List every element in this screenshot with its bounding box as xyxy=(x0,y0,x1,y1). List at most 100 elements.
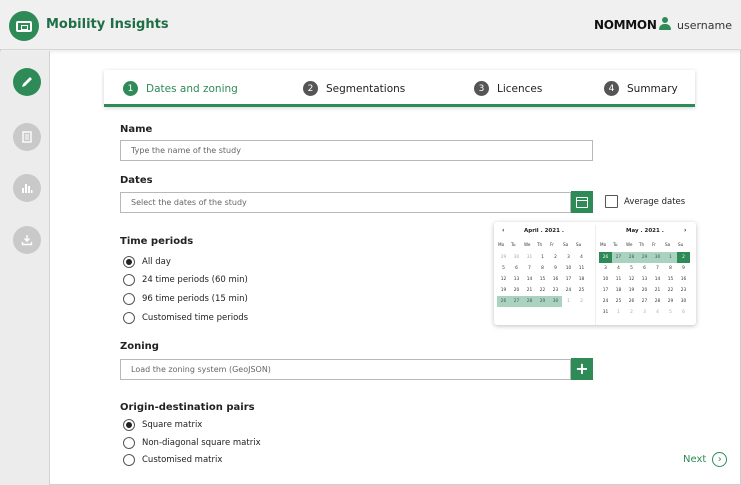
time-period-custom[interactable]: Customised time periods xyxy=(123,312,248,324)
average-dates-checkbox[interactable] xyxy=(605,195,618,208)
calendar-day[interactable]: 7 xyxy=(651,263,664,274)
calendar-day[interactable]: 31 xyxy=(523,252,536,263)
calendar-day[interactable]: 30 xyxy=(549,296,562,307)
calendar-day[interactable]: 2 xyxy=(575,296,588,307)
calendar-day[interactable]: 30 xyxy=(510,252,523,263)
radio-button[interactable] xyxy=(123,419,135,431)
add-zoning-button[interactable]: + xyxy=(571,358,593,380)
sidebar-item-documents[interactable] xyxy=(13,123,41,151)
calendar-day[interactable]: 22 xyxy=(664,285,677,296)
calendar-day[interactable]: 10 xyxy=(562,263,575,274)
calendar-day[interactable]: 4 xyxy=(651,307,664,318)
calendar-day[interactable]: 26 xyxy=(625,296,638,307)
calendar-day[interactable]: 12 xyxy=(497,274,510,285)
calendar-day[interactable]: 25 xyxy=(612,296,625,307)
calendar-day[interactable]: 19 xyxy=(625,285,638,296)
calendar-day[interactable]: 9 xyxy=(549,263,562,274)
calendar-day[interactable]: 20 xyxy=(638,285,651,296)
calendar-day[interactable]: 20 xyxy=(510,285,523,296)
calendar-day[interactable]: 5 xyxy=(625,263,638,274)
calendar-day[interactable]: 29 xyxy=(664,296,677,307)
calendar-day[interactable]: 16 xyxy=(549,274,562,285)
calendar-day[interactable]: 23 xyxy=(677,285,690,296)
calendar-day[interactable]: 12 xyxy=(625,274,638,285)
zoning-input[interactable] xyxy=(120,359,571,380)
dates-input[interactable] xyxy=(120,192,571,213)
calendar-day[interactable]: 27 xyxy=(510,296,523,307)
calendar-day[interactable]: 5 xyxy=(497,263,510,274)
calendar-day[interactable]: 27 xyxy=(612,252,625,263)
calendar-day[interactable]: 1 xyxy=(536,252,549,263)
calendar-day[interactable]: 30 xyxy=(677,296,690,307)
calendar-day[interactable]: 7 xyxy=(523,263,536,274)
calendar-day[interactable]: 28 xyxy=(651,296,664,307)
calendar-day[interactable]: 9 xyxy=(677,263,690,274)
calendar-day[interactable]: 29 xyxy=(536,296,549,307)
od-non-diagonal-matrix[interactable]: Non-diagonal square matrix xyxy=(123,437,261,449)
calendar-day[interactable]: 29 xyxy=(497,252,510,263)
radio-button[interactable] xyxy=(123,293,135,305)
calendar-day[interactable]: 29 xyxy=(638,252,651,263)
prev-month-icon[interactable]: ‹ xyxy=(502,227,504,234)
calendar-day[interactable]: 13 xyxy=(510,274,523,285)
radio-button[interactable] xyxy=(123,437,135,449)
sidebar-item-analytics[interactable] xyxy=(13,174,41,202)
name-input[interactable] xyxy=(120,140,593,161)
calendar-day[interactable]: 6 xyxy=(638,263,651,274)
calendar-day[interactable]: 22 xyxy=(536,285,549,296)
radio-button[interactable] xyxy=(123,312,135,324)
calendar-day[interactable]: 2 xyxy=(549,252,562,263)
next-button[interactable]: Next › xyxy=(683,452,728,467)
calendar-day[interactable]: 19 xyxy=(497,285,510,296)
od-custom-matrix[interactable]: Customised matrix xyxy=(123,454,222,466)
calendar-day[interactable]: 28 xyxy=(625,252,638,263)
calendar-day[interactable]: 17 xyxy=(562,274,575,285)
calendar-day[interactable]: 5 xyxy=(664,307,677,318)
calendar-day[interactable]: 3 xyxy=(562,252,575,263)
calendar-day[interactable]: 18 xyxy=(575,274,588,285)
calendar-day[interactable]: 8 xyxy=(664,263,677,274)
time-period-60min[interactable]: 24 time periods (60 min) xyxy=(123,274,248,286)
calendar-day[interactable]: 23 xyxy=(549,285,562,296)
calendar-day[interactable]: 4 xyxy=(575,252,588,263)
calendar-day[interactable]: 1 xyxy=(612,307,625,318)
calendar-day[interactable]: 28 xyxy=(523,296,536,307)
calendar-day[interactable]: 8 xyxy=(536,263,549,274)
calendar-day[interactable]: 4 xyxy=(612,263,625,274)
calendar-day[interactable]: 26 xyxy=(599,252,612,263)
sidebar-item-edit[interactable] xyxy=(13,68,41,96)
calendar-day[interactable]: 14 xyxy=(523,274,536,285)
step-licences[interactable]: 3 Licences xyxy=(474,81,542,96)
sidebar-item-download[interactable] xyxy=(13,226,41,254)
radio-button[interactable] xyxy=(123,274,135,286)
calendar-day[interactable]: 1 xyxy=(664,252,677,263)
od-square-matrix[interactable]: Square matrix xyxy=(123,419,202,431)
radio-button[interactable] xyxy=(123,454,135,466)
user-icon[interactable] xyxy=(659,17,671,31)
calendar-day[interactable]: 15 xyxy=(536,274,549,285)
calendar-day[interactable]: 11 xyxy=(575,263,588,274)
calendar-day[interactable]: 15 xyxy=(664,274,677,285)
calendar-day[interactable]: 31 xyxy=(599,307,612,318)
calendar-day[interactable]: 6 xyxy=(677,307,690,318)
calendar-day[interactable]: 1 xyxy=(562,296,575,307)
radio-button[interactable] xyxy=(123,256,135,268)
app-logo-icon[interactable] xyxy=(9,11,39,41)
calendar-day[interactable]: 26 xyxy=(497,296,510,307)
calendar-day[interactable]: 3 xyxy=(599,263,612,274)
calendar-day[interactable]: 11 xyxy=(612,274,625,285)
calendar-day[interactable]: 21 xyxy=(523,285,536,296)
calendar-day[interactable]: 27 xyxy=(638,296,651,307)
step-segmentations[interactable]: 2 Segmentations xyxy=(303,81,405,96)
calendar-day[interactable]: 17 xyxy=(599,285,612,296)
calendar-day[interactable]: 3 xyxy=(638,307,651,318)
calendar-button[interactable] xyxy=(571,191,593,213)
calendar-day[interactable]: 16 xyxy=(677,274,690,285)
calendar-day[interactable]: 13 xyxy=(638,274,651,285)
calendar-day[interactable]: 30 xyxy=(651,252,664,263)
step-dates-and-zoning[interactable]: 1 Dates and zoning xyxy=(123,81,238,96)
username-label[interactable]: username xyxy=(677,19,732,32)
calendar-day[interactable]: 18 xyxy=(612,285,625,296)
time-period-15min[interactable]: 96 time periods (15 min) xyxy=(123,293,248,305)
step-summary[interactable]: 4 Summary xyxy=(604,81,678,96)
